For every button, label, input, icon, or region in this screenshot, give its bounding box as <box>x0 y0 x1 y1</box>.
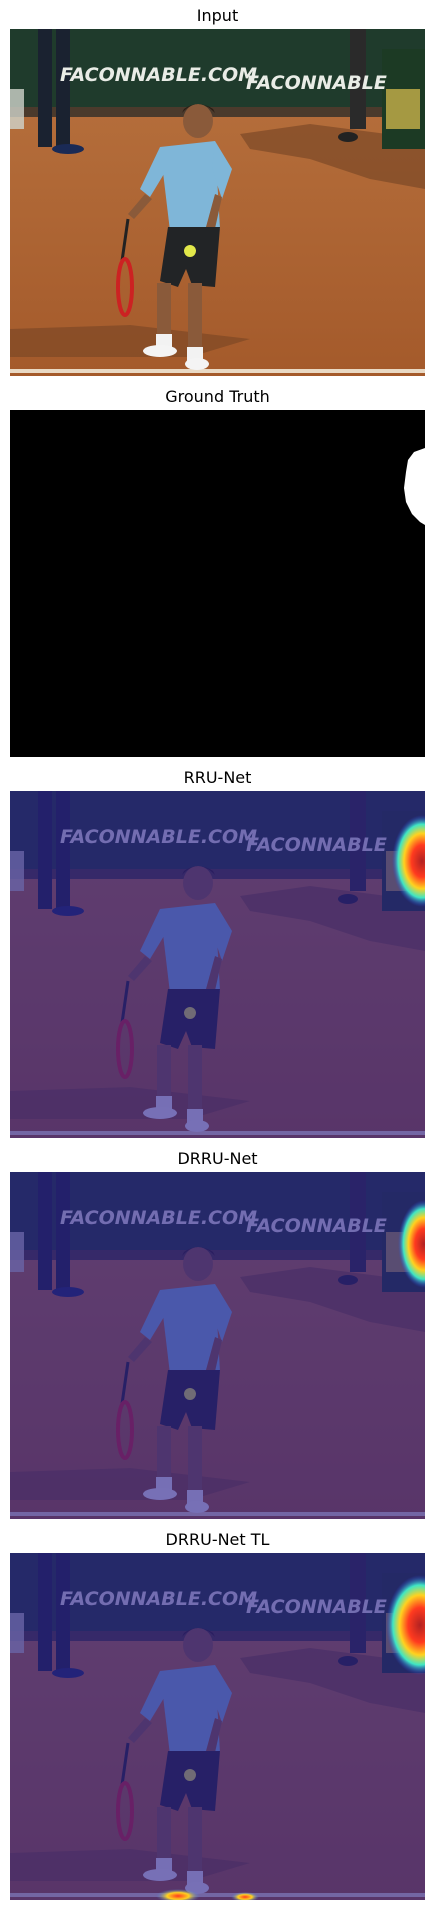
panel-title-drru-net-tl: DRRU-Net TL <box>165 1530 270 1549</box>
panel-title-rru-net: RRU-Net <box>183 768 252 787</box>
banner-text-left: FACONNABLE.COM <box>60 64 257 86</box>
rru-net-heatmap: FACONNABLE.COM FACONNABLE <box>10 791 425 1138</box>
drru-net-tl-heatmap: FACONNABLE.COM FACONNABLE <box>10 1553 425 1900</box>
ground-truth-mask <box>10 410 425 757</box>
drru-net-heatmap: FACONNABLE.COM FACONNABLE <box>10 1172 425 1519</box>
input-image: FACONNABLE.COM FACONNABLE <box>10 29 425 376</box>
panel-title-input: Input <box>196 6 239 25</box>
panel-title-ground-truth: Ground Truth <box>165 387 270 406</box>
banner-text-right: FACONNABLE <box>246 72 387 94</box>
panel-title-drru-net: DRRU-Net <box>177 1149 258 1168</box>
